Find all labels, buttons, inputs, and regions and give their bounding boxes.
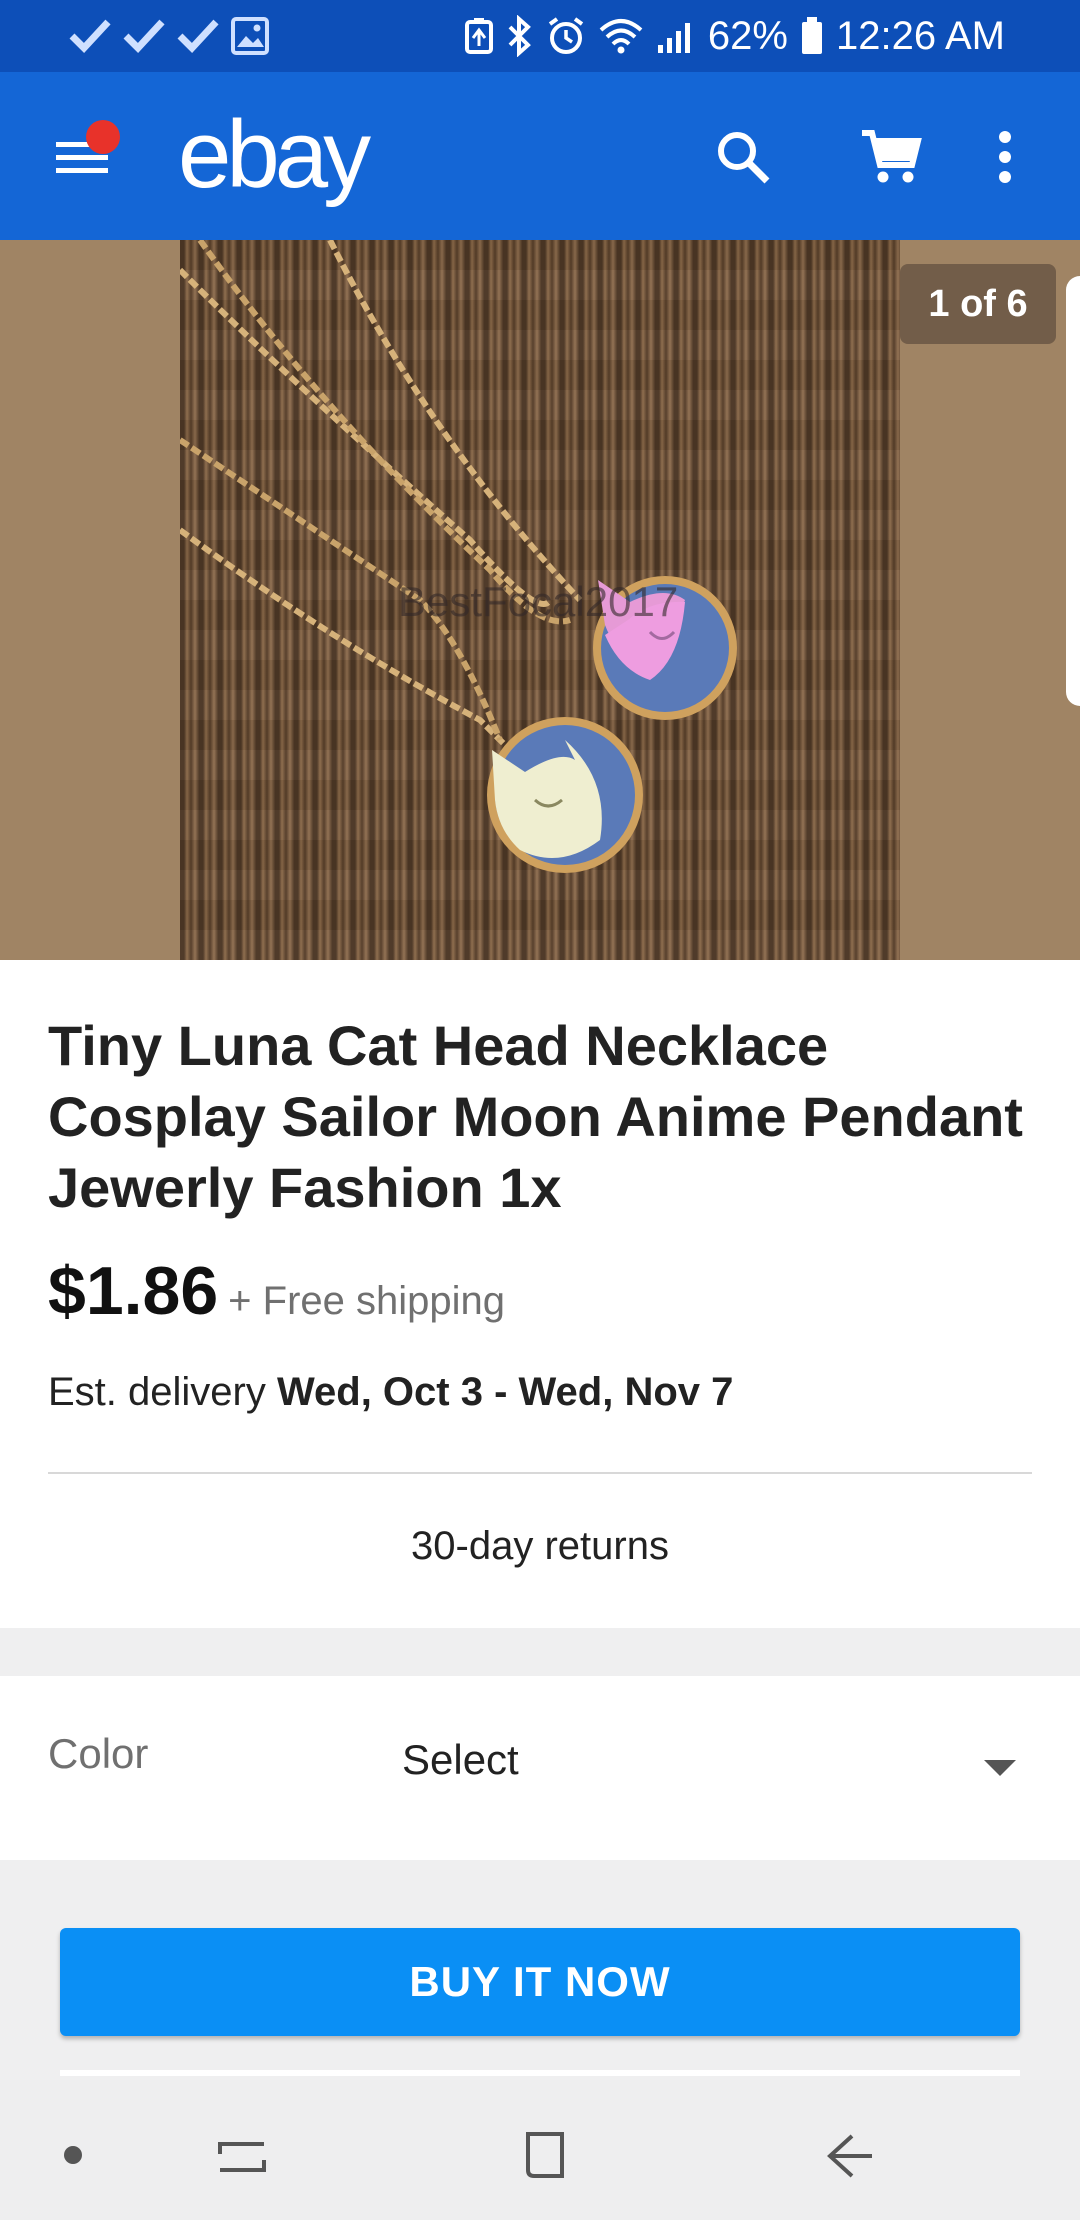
battery-percent: 62%	[707, 13, 788, 58]
nav-dot-icon[interactable]	[64, 2146, 82, 2164]
color-label: Color	[48, 1730, 149, 1777]
next-panel-peek	[1066, 276, 1080, 706]
image-watermark: BestFocal2017	[398, 578, 679, 625]
clock: 12:26 AM	[835, 13, 1005, 58]
delivery-dates: Wed, Oct 3 - Wed, Nov 7	[276, 1370, 734, 1414]
image-icon	[231, 17, 269, 55]
notification-dot	[86, 120, 120, 154]
item-details-card: Tiny Luna Cat Head Necklace Cosplay Sail…	[0, 960, 1080, 1628]
cart-icon	[862, 130, 922, 183]
notification-icons	[68, 12, 270, 60]
price-row: $1.86 + Free shipping	[48, 1252, 505, 1330]
next-button-edge	[60, 2070, 1020, 2076]
recent-apps-icon[interactable]	[202, 2116, 282, 2196]
search-icon	[718, 132, 770, 184]
more-vert-icon	[999, 131, 1011, 183]
overflow-menu-button[interactable]	[980, 122, 1030, 192]
home-icon[interactable]	[504, 2116, 584, 2196]
ebay-logo[interactable]: ebay	[178, 100, 371, 210]
image-counter-badge: 1 of 6	[900, 264, 1056, 344]
dropdown-arrow-icon	[984, 1760, 1016, 1776]
delivery-label: Est. delivery	[48, 1370, 266, 1414]
data-saver-icon	[464, 18, 493, 54]
system-navigation-bar	[0, 2080, 1080, 2220]
check-icon	[69, 19, 111, 54]
check-icon	[177, 19, 219, 54]
returns-policy-link[interactable]: 30-day returns	[0, 1524, 1080, 1569]
alarm-icon	[548, 17, 584, 54]
item-price: $1.86	[48, 1253, 219, 1329]
color-dropdown-value: Select	[402, 1736, 519, 1783]
status-bar: 62% 12:26 AM	[0, 0, 1080, 72]
bluetooth-icon	[508, 15, 531, 57]
check-icon	[123, 19, 165, 54]
estimated-delivery: Est. delivery Wed, Oct 3 - Wed, Nov 7	[48, 1370, 733, 1415]
cart-button[interactable]	[856, 122, 926, 192]
item-title: Tiny Luna Cat Head Necklace Cosplay Sail…	[48, 1014, 1023, 1219]
back-icon[interactable]	[806, 2116, 886, 2196]
color-dropdown[interactable]: Select	[400, 1676, 1040, 1860]
buy-it-now-button[interactable]: BUY IT NOW	[60, 1928, 1020, 2036]
shipping-info: + Free shipping	[228, 1279, 506, 1323]
divider	[48, 1472, 1032, 1474]
wifi-icon	[599, 19, 643, 54]
variation-selector-card: Color Select	[0, 1676, 1080, 1860]
search-button[interactable]	[708, 122, 778, 192]
battery-icon	[801, 17, 822, 54]
app-bar: ebay	[0, 72, 1080, 240]
signal-icon	[657, 23, 690, 53]
product-image-gallery[interactable]: BestFocal2017 1 of 6	[0, 240, 1080, 960]
